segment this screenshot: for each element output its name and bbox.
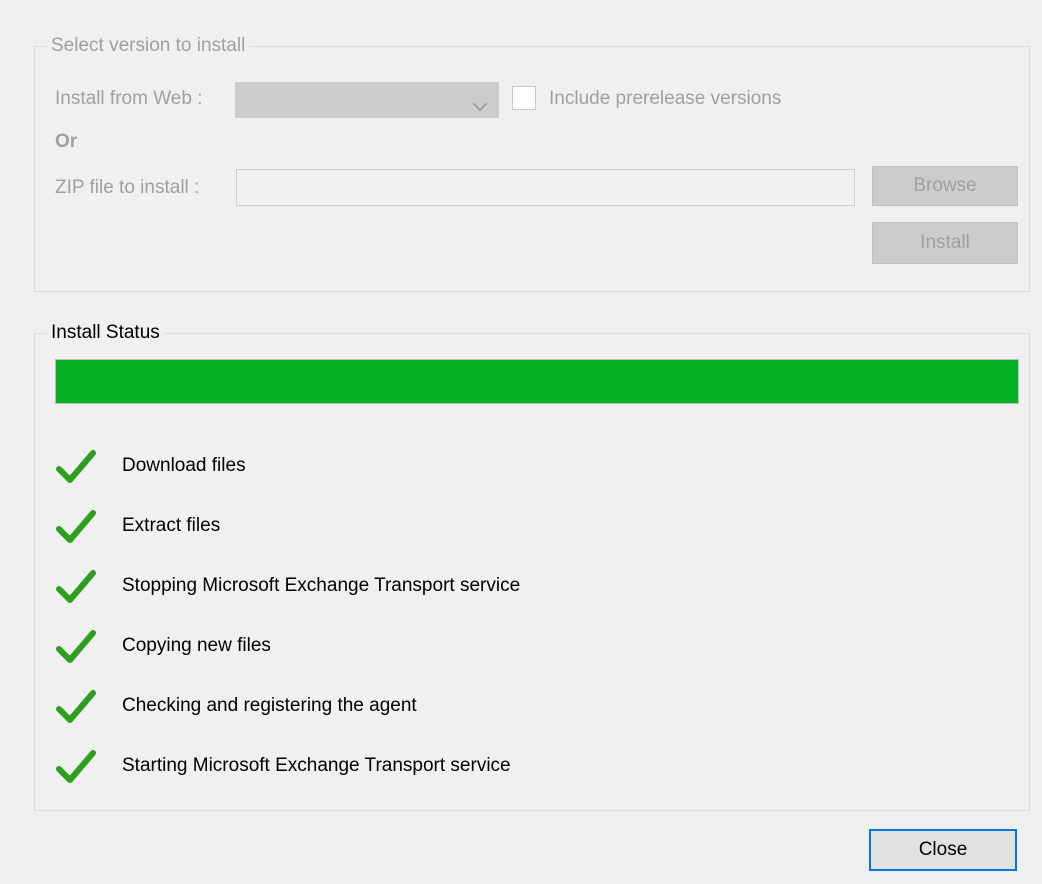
install-step: Extract files — [56, 506, 220, 546]
install-step-label: Extract files — [122, 515, 221, 536]
install-step-label: Starting Microsoft Exchange Transport se… — [122, 755, 511, 776]
install-status-title: Install Status — [47, 322, 164, 344]
install-from-web-label: Install from Web : — [55, 88, 203, 109]
install-progress-fill — [56, 360, 1018, 403]
check-icon — [56, 746, 96, 786]
or-label: Or — [55, 131, 78, 152]
zip-file-input[interactable] — [236, 169, 855, 206]
install-step: Copying new files — [56, 626, 271, 666]
zip-file-label: ZIP file to install : — [55, 177, 200, 198]
install-step-label: Checking and registering the agent — [122, 695, 417, 716]
install-step: Download files — [56, 446, 246, 486]
close-button[interactable]: Close — [869, 829, 1017, 871]
install-step-label: Download files — [122, 455, 246, 476]
install-step-label: Copying new files — [122, 635, 271, 656]
install-button[interactable]: Install — [872, 222, 1018, 264]
include-prerelease-label[interactable]: Include prerelease versions — [549, 87, 781, 111]
check-icon — [56, 626, 96, 666]
check-icon — [56, 446, 96, 486]
check-icon — [56, 686, 96, 726]
include-prerelease-checkbox[interactable] — [512, 86, 536, 110]
install-step-label: Stopping Microsoft Exchange Transport se… — [122, 575, 521, 596]
install-progress-bar — [55, 359, 1019, 404]
chevron-down-icon — [472, 96, 488, 118]
browse-button[interactable]: Browse — [872, 166, 1018, 206]
install-step: Stopping Microsoft Exchange Transport se… — [56, 566, 520, 606]
check-icon — [56, 506, 96, 546]
install-step: Starting Microsoft Exchange Transport se… — [56, 746, 511, 786]
select-version-title: Select version to install — [47, 35, 250, 57]
version-dropdown[interactable] — [235, 82, 499, 118]
install-step: Checking and registering the agent — [56, 686, 417, 726]
check-icon — [56, 566, 96, 606]
